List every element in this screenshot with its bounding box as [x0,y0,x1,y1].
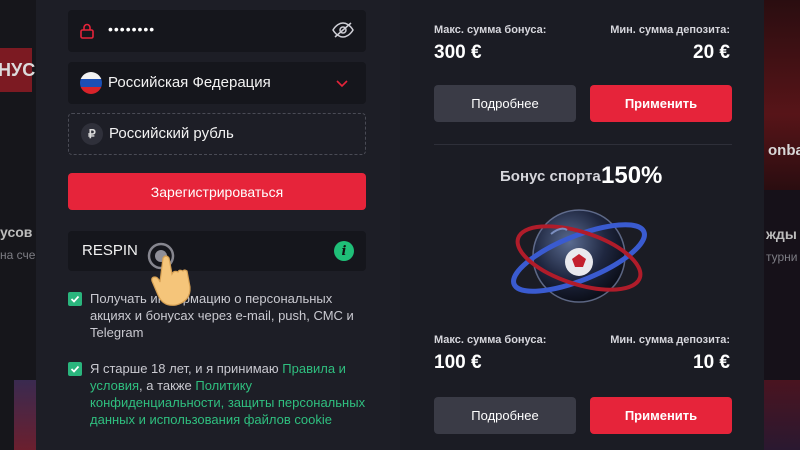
max-bonus-label: Макс. сумма бонуса: [434,334,547,346]
lock-icon [80,23,94,44]
min-deposit-label: Мин. сумма депозита: [610,334,730,346]
check-icon [70,365,80,373]
eye-slash-icon[interactable] [332,21,354,44]
details-button[interactable]: Подробнее [434,85,576,122]
background-left: НУС усов на сче [0,0,36,450]
hand-pointer-icon [141,236,201,317]
bonus-percent: 150% [601,162,663,189]
age-consent-checkbox[interactable] [68,362,82,376]
ruble-icon: ₽ [81,123,103,145]
bg-image-right [764,380,800,450]
check-icon [70,295,80,303]
bg-promo-banner: НУС [0,48,35,92]
bg-image [14,380,36,450]
bg-banner [764,0,800,190]
apply-button[interactable]: Применить [590,85,732,122]
register-button[interactable]: Зарегистрироваться [68,173,366,210]
bg-heading-right: жды [766,226,797,242]
country-value: Российская Федерация [108,74,271,91]
min-deposit-value: 10 € [693,352,730,373]
max-bonus-label: Макс. сумма бонуса: [434,24,547,36]
currency-field[interactable]: ₽ Российский рубль [68,113,366,155]
deposit-ball-illustration [507,202,657,319]
bg-subtext: на сче [0,248,36,262]
promo-code-value: RESPIN [82,242,138,259]
bg-banner-text: onba [768,142,800,159]
bg-subtext-right: турни [766,250,798,264]
currency-value: Российский рубль [109,125,234,142]
min-deposit-label: Мин. сумма депозита: [610,24,730,36]
age-consent-label: Я старше 18 лет, и я принимаю Правила и … [90,361,366,427]
divider [434,144,732,145]
max-bonus-value: 100 € [434,352,482,373]
chevron-down-icon [336,75,348,93]
info-icon[interactable]: i [334,241,354,261]
max-bonus-value: 300 € [434,42,482,63]
country-select[interactable]: Российская Федерация [68,62,366,104]
details-button[interactable]: Подробнее [434,397,576,434]
news-consent-checkbox[interactable] [68,292,82,306]
promo-code-input[interactable]: RESPIN i [68,231,366,271]
password-field[interactable]: •••••••• [68,10,366,52]
password-value: •••••••• [108,21,156,37]
bg-heading: усов [0,224,33,240]
bonus-list: Макс. сумма бонуса: Мин. сумма депозита:… [400,0,764,450]
news-consent-label: Получать информацию о персональных акция… [90,291,354,340]
min-deposit-value: 20 € [693,42,730,63]
apply-button[interactable]: Применить [590,397,732,434]
russia-flag-icon [80,72,102,94]
background-right: onba жды турни [764,0,800,450]
bonus-title: Бонус спорта [500,168,601,185]
registration-form: •••••••• Российская Федерация ₽ Российск… [36,0,400,450]
